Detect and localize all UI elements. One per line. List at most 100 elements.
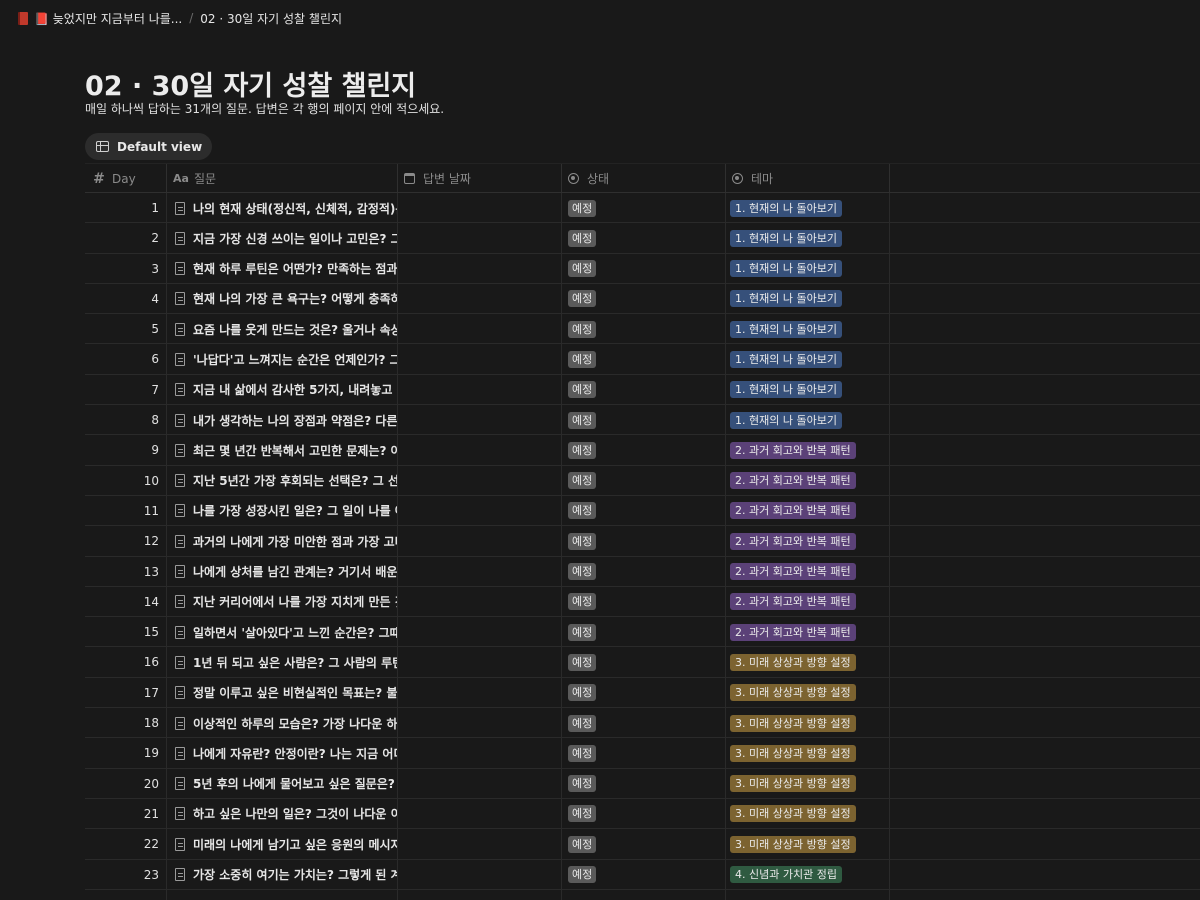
answer-date-cell[interactable]	[398, 647, 562, 678]
question-cell[interactable]: 하고 싶은 나만의 일은? 그것이 나다운 이유는?	[167, 798, 398, 829]
day-cell[interactable]: 22	[85, 829, 167, 860]
question-cell[interactable]: 일하면서 '살아있다'고 느낀 순간은? 그때의 조건은?	[167, 617, 398, 648]
question-cell[interactable]: 나에게 상처를 남긴 관계는? 거기서 배운 점은?	[167, 556, 398, 587]
day-cell[interactable]: 9	[85, 435, 167, 466]
status-cell[interactable]: 예정	[562, 344, 726, 375]
table-row[interactable]: 12 과거의 나에게 가장 미안한 점과 가장 고마운 점은? 예정 2. 과거 회고…	[85, 526, 1200, 557]
breadcrumb-parent[interactable]: 📕 늦었지만 지금부터 나를...	[18, 10, 182, 27]
status-cell[interactable]: 예정	[562, 253, 726, 284]
theme-cell[interactable]: 3. 미래 상상과 방향 설정	[726, 768, 890, 799]
answer-date-cell[interactable]	[398, 586, 562, 617]
day-cell[interactable]: 7	[85, 374, 167, 405]
theme-cell[interactable]: 2. 과거 회고와 반복 패턴	[726, 586, 890, 617]
day-cell[interactable]: 1	[85, 193, 167, 223]
default-view-tab[interactable]: Default view	[85, 133, 213, 160]
table-row[interactable]: 23 가장 소중히 여기는 가치는? 그렇게 된 계기는? 예정 4. 신념과 가치관…	[85, 859, 1200, 890]
question-cell[interactable]: 1년 뒤 되고 싶은 사람은? 그 사람의 루틴과 생각은?	[167, 647, 398, 678]
question-cell[interactable]: 지난 5년간 가장 후회되는 선택은? 그 선택으로 배운 것은?	[167, 465, 398, 496]
question-cell[interactable]: 정말 이루고 싶은 비현실적인 목표는? 불가능해 보이는 이유는?	[167, 677, 398, 708]
theme-cell[interactable]: 1. 현재의 나 돌아보기	[726, 405, 890, 436]
day-cell[interactable]: 16	[85, 647, 167, 678]
answer-date-cell[interactable]	[398, 556, 562, 587]
theme-cell[interactable]: 2. 과거 회고와 반복 패턴	[726, 556, 890, 587]
question-cell[interactable]: 요즘 나를 웃게 만드는 것은? 울거나 속상하게 만드는 것은?	[167, 314, 398, 345]
status-cell[interactable]: 예정	[562, 617, 726, 648]
table-row[interactable]: 3 현재 하루 루틴은 어떤가? 만족하는 점과 바꾸고 싶은 점은? 예정 1. 현…	[85, 253, 1200, 284]
page-description[interactable]: 매일 하나씩 답하는 31개의 질문. 답변은 각 행의 페이지 안에 적으세요…	[85, 100, 444, 117]
answer-date-cell[interactable]	[398, 677, 562, 708]
question-cell[interactable]: 현재 나의 가장 큰 욕구는? 어떻게 충족하고 있나?	[167, 283, 398, 314]
table-row[interactable]: 13 나에게 상처를 남긴 관계는? 거기서 배운 점은? 예정 2. 과거 회고와 …	[85, 556, 1200, 587]
answer-date-cell[interactable]	[398, 344, 562, 375]
table-row[interactable]: 1 나의 현재 상태(정신적, 신체적, 감정적)는 어떤가? 예정 1. 현재의 나…	[85, 193, 1200, 224]
day-cell[interactable]: 14	[85, 586, 167, 617]
day-cell[interactable]: 4	[85, 283, 167, 314]
theme-cell[interactable]: 1. 현재의 나 돌아보기	[726, 193, 890, 223]
column-header-day[interactable]: # Day	[85, 164, 167, 193]
table-row-partial[interactable]	[85, 889, 1200, 900]
status-cell[interactable]: 예정	[562, 586, 726, 617]
theme-cell[interactable]: 3. 미래 상상과 방향 설정	[726, 647, 890, 678]
day-cell[interactable]: 18	[85, 708, 167, 739]
status-cell[interactable]: 예정	[562, 798, 726, 829]
status-cell[interactable]: 예정	[562, 708, 726, 739]
status-cell[interactable]: 예정	[562, 738, 726, 769]
question-cell[interactable]: 지금 내 삶에서 감사한 5가지, 내려놓고 싶은 5가지는?	[167, 374, 398, 405]
theme-cell[interactable]: 3. 미래 상상과 방향 설정	[726, 708, 890, 739]
table-row[interactable]: 16 1년 뒤 되고 싶은 사람은? 그 사람의 루틴과 생각은? 예정 3. 미래 …	[85, 647, 1200, 678]
answer-date-cell[interactable]	[398, 526, 562, 557]
question-cell[interactable]: 미래의 나에게 남기고 싶은 응원의 메시지는?	[167, 829, 398, 860]
table-row[interactable]: 15 일하면서 '살아있다'고 느낀 순간은? 그때의 조건은? 예정 2. 과거 회…	[85, 617, 1200, 648]
status-cell[interactable]: 예정	[562, 374, 726, 405]
question-cell[interactable]: 현재 하루 루틴은 어떤가? 만족하는 점과 바꾸고 싶은 점은?	[167, 253, 398, 284]
day-cell[interactable]: 8	[85, 405, 167, 436]
day-cell[interactable]: 13	[85, 556, 167, 587]
answer-date-cell[interactable]	[398, 859, 562, 890]
table-row[interactable]: 6 '나답다'고 느껴지는 순간은 언제인가? 그 순간의 나는? 예정 1. 현재의…	[85, 344, 1200, 375]
table-row[interactable]: 11 나를 가장 성장시킨 일은? 그 일이 나를 어떻게 바꿨나? 예정 2. 과거…	[85, 495, 1200, 527]
theme-cell[interactable]: 4. 신념과 가치관 정립	[726, 859, 890, 890]
theme-cell[interactable]: 1. 현재의 나 돌아보기	[726, 314, 890, 345]
day-cell[interactable]: 17	[85, 677, 167, 708]
question-cell[interactable]: 가장 소중히 여기는 가치는? 그렇게 된 계기는?	[167, 859, 398, 890]
day-cell[interactable]: 19	[85, 738, 167, 769]
status-cell[interactable]: 예정	[562, 223, 726, 254]
table-row[interactable]: 4 현재 나의 가장 큰 욕구는? 어떻게 충족하고 있나? 예정 1. 현재의 나 …	[85, 283, 1200, 315]
table-row[interactable]: 8 내가 생각하는 나의 장점과 약점은? 다른 사람은? 예정 1. 현재의 나 돌…	[85, 405, 1200, 436]
status-cell[interactable]: 예정	[562, 495, 726, 526]
status-cell[interactable]: 예정	[562, 829, 726, 860]
theme-cell[interactable]: 1. 현재의 나 돌아보기	[726, 283, 890, 314]
status-cell[interactable]: 예정	[562, 314, 726, 345]
answer-date-cell[interactable]	[398, 193, 562, 223]
status-cell[interactable]: 예정	[562, 677, 726, 708]
answer-date-cell[interactable]	[398, 374, 562, 405]
table-row[interactable]: 7 지금 내 삶에서 감사한 5가지, 내려놓고 싶은 5가지는? 예정 1. 현재의…	[85, 374, 1200, 406]
day-cell[interactable]: 12	[85, 526, 167, 557]
table-row[interactable]: 5 요즘 나를 웃게 만드는 것은? 울거나 속상하게 만드는 것은? 예정 1. 현…	[85, 314, 1200, 345]
answer-date-cell[interactable]	[398, 253, 562, 284]
answer-date-cell[interactable]	[398, 768, 562, 799]
question-cell[interactable]: 최근 몇 년간 반복해서 고민한 문제는? 어떤 방식으로?	[167, 435, 398, 466]
theme-cell[interactable]: 3. 미래 상상과 방향 설정	[726, 738, 890, 769]
question-cell[interactable]: 나의 현재 상태(정신적, 신체적, 감정적)는 어떤가?	[167, 193, 398, 223]
question-cell[interactable]: 나에게 자유란? 안정이란? 나는 지금 어디에 더 가까운가?	[167, 738, 398, 769]
theme-cell[interactable]: 1. 현재의 나 돌아보기	[726, 344, 890, 375]
theme-cell[interactable]: 3. 미래 상상과 방향 설정	[726, 829, 890, 860]
theme-cell[interactable]: 2. 과거 회고와 반복 패턴	[726, 435, 890, 466]
day-cell[interactable]: 5	[85, 314, 167, 345]
day-cell[interactable]: 3	[85, 253, 167, 284]
table-row[interactable]: 19 나에게 자유란? 안정이란? 나는 지금 어디에 더 가까운가? 예정 3. 미…	[85, 738, 1200, 769]
table-row[interactable]: 21 하고 싶은 나만의 일은? 그것이 나다운 이유는? 예정 3. 미래 상상과 …	[85, 798, 1200, 830]
answer-date-cell[interactable]	[398, 798, 562, 829]
theme-cell[interactable]: 1. 현재의 나 돌아보기	[726, 253, 890, 284]
day-cell[interactable]: 15	[85, 617, 167, 648]
answer-date-cell[interactable]	[398, 435, 562, 466]
theme-cell[interactable]: 3. 미래 상상과 방향 설정	[726, 798, 890, 829]
theme-cell[interactable]: 2. 과거 회고와 반복 패턴	[726, 465, 890, 496]
column-header-status[interactable]: 상태	[562, 164, 726, 193]
question-cell[interactable]: '나답다'고 느껴지는 순간은 언제인가? 그 순간의 나는?	[167, 344, 398, 375]
column-header-theme[interactable]: 테마	[726, 164, 890, 193]
question-cell[interactable]: 나를 가장 성장시킨 일은? 그 일이 나를 어떻게 바꿨나?	[167, 495, 398, 526]
day-cell[interactable]: 23	[85, 859, 167, 890]
table-row[interactable]: 18 이상적인 하루의 모습은? 가장 나다운 하루 루틴은? 예정 3. 미래 상상…	[85, 708, 1200, 739]
